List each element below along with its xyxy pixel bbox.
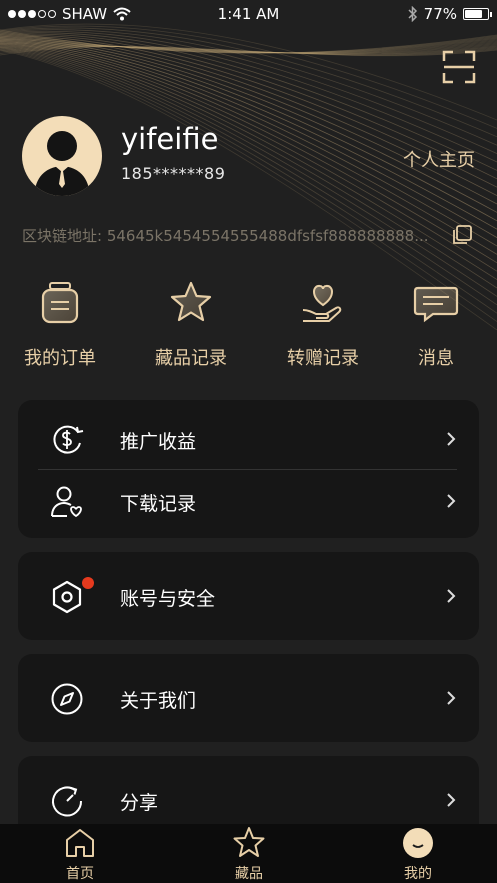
- quick-action-label: 藏品记录: [155, 348, 227, 369]
- quick-action-label: 消息: [418, 348, 454, 369]
- profile-screen: SHAW 1:41 AM 77% yifeifie 185******89 个人…: [0, 0, 497, 883]
- tab-collection[interactable]: 藏品: [199, 826, 299, 883]
- gift-heart-hand-icon: [302, 284, 342, 322]
- chevron-right-icon: [447, 793, 456, 807]
- menu-card-about: 关于我们: [18, 654, 479, 742]
- status-right: 77%: [408, 5, 492, 23]
- star-icon: [170, 281, 212, 322]
- phone-number: 185******89: [121, 164, 226, 183]
- menu-row-about-us[interactable]: 关于我们: [18, 667, 479, 729]
- message-icon: [413, 286, 459, 323]
- home-icon: [66, 829, 94, 857]
- avatar[interactable]: [22, 116, 102, 196]
- quick-action-messages[interactable]: 消息: [381, 280, 491, 370]
- menu-label: 账号与安全: [120, 588, 216, 610]
- chevron-right-icon: [447, 589, 456, 603]
- tab-label: 首页: [66, 866, 94, 882]
- tab-home[interactable]: 首页: [30, 826, 130, 883]
- blockchain-value: 54645k5454554555488dfsfsf888888888...: [106, 227, 429, 245]
- hexagon-settings-icon: [52, 580, 82, 614]
- battery-icon: [463, 8, 492, 20]
- order-jar-icon: [41, 282, 79, 324]
- menu-label: 推广收益: [120, 431, 197, 453]
- scan-icon[interactable]: [441, 49, 477, 85]
- username: yifeifie: [121, 122, 219, 156]
- quick-action-gift-records[interactable]: 转赠记录: [268, 280, 378, 370]
- menu-label: 关于我们: [120, 690, 197, 712]
- blockchain-label: 区块链地址:: [22, 227, 103, 245]
- battery-percent: 77%: [423, 5, 457, 23]
- menu-label: 下载记录: [120, 493, 197, 515]
- tab-mine[interactable]: 我的: [368, 826, 468, 883]
- tab-label: 藏品: [235, 866, 263, 882]
- homepage-link[interactable]: 个人主页: [403, 146, 475, 172]
- tab-bar: 首页 藏品 我的: [0, 824, 497, 883]
- star-icon: [233, 827, 265, 857]
- tab-label: 我的: [404, 866, 432, 882]
- chevron-right-icon: [447, 691, 456, 705]
- quick-action-label: 转赠记录: [287, 348, 359, 369]
- menu-row-downloads[interactable]: 下载记录: [18, 470, 479, 532]
- chevron-right-icon: [447, 432, 456, 446]
- blockchain-address: 区块链地址: 54645k5454554555488dfsfsf88888888…: [22, 225, 432, 246]
- user-heart-icon: [51, 486, 82, 518]
- dollar-refresh-icon: [53, 425, 84, 454]
- menu-row-promotion[interactable]: 推广收益: [18, 408, 479, 470]
- quick-action-orders[interactable]: 我的订单: [5, 280, 115, 370]
- bluetooth-icon: [408, 6, 417, 22]
- copy-icon[interactable]: [451, 224, 473, 246]
- menu-card-earnings: 推广收益 下载记录: [18, 400, 479, 538]
- status-bar: SHAW 1:41 AM 77%: [0, 0, 497, 28]
- menu-row-account-security[interactable]: 账号与安全: [18, 565, 479, 627]
- menu-label: 分享: [120, 792, 159, 814]
- notification-dot: [82, 577, 94, 589]
- chevron-right-icon: [447, 494, 456, 508]
- compass-icon: [51, 683, 83, 715]
- share-refresh-icon: [52, 786, 83, 817]
- menu-row-share[interactable]: 分享: [18, 769, 479, 831]
- quick-action-collection-records[interactable]: 藏品记录: [136, 280, 246, 370]
- user-silhouette-icon: [34, 131, 90, 196]
- quick-action-label: 我的订单: [24, 348, 96, 369]
- smile-icon: [403, 828, 433, 858]
- menu-card-security: 账号与安全: [18, 552, 479, 640]
